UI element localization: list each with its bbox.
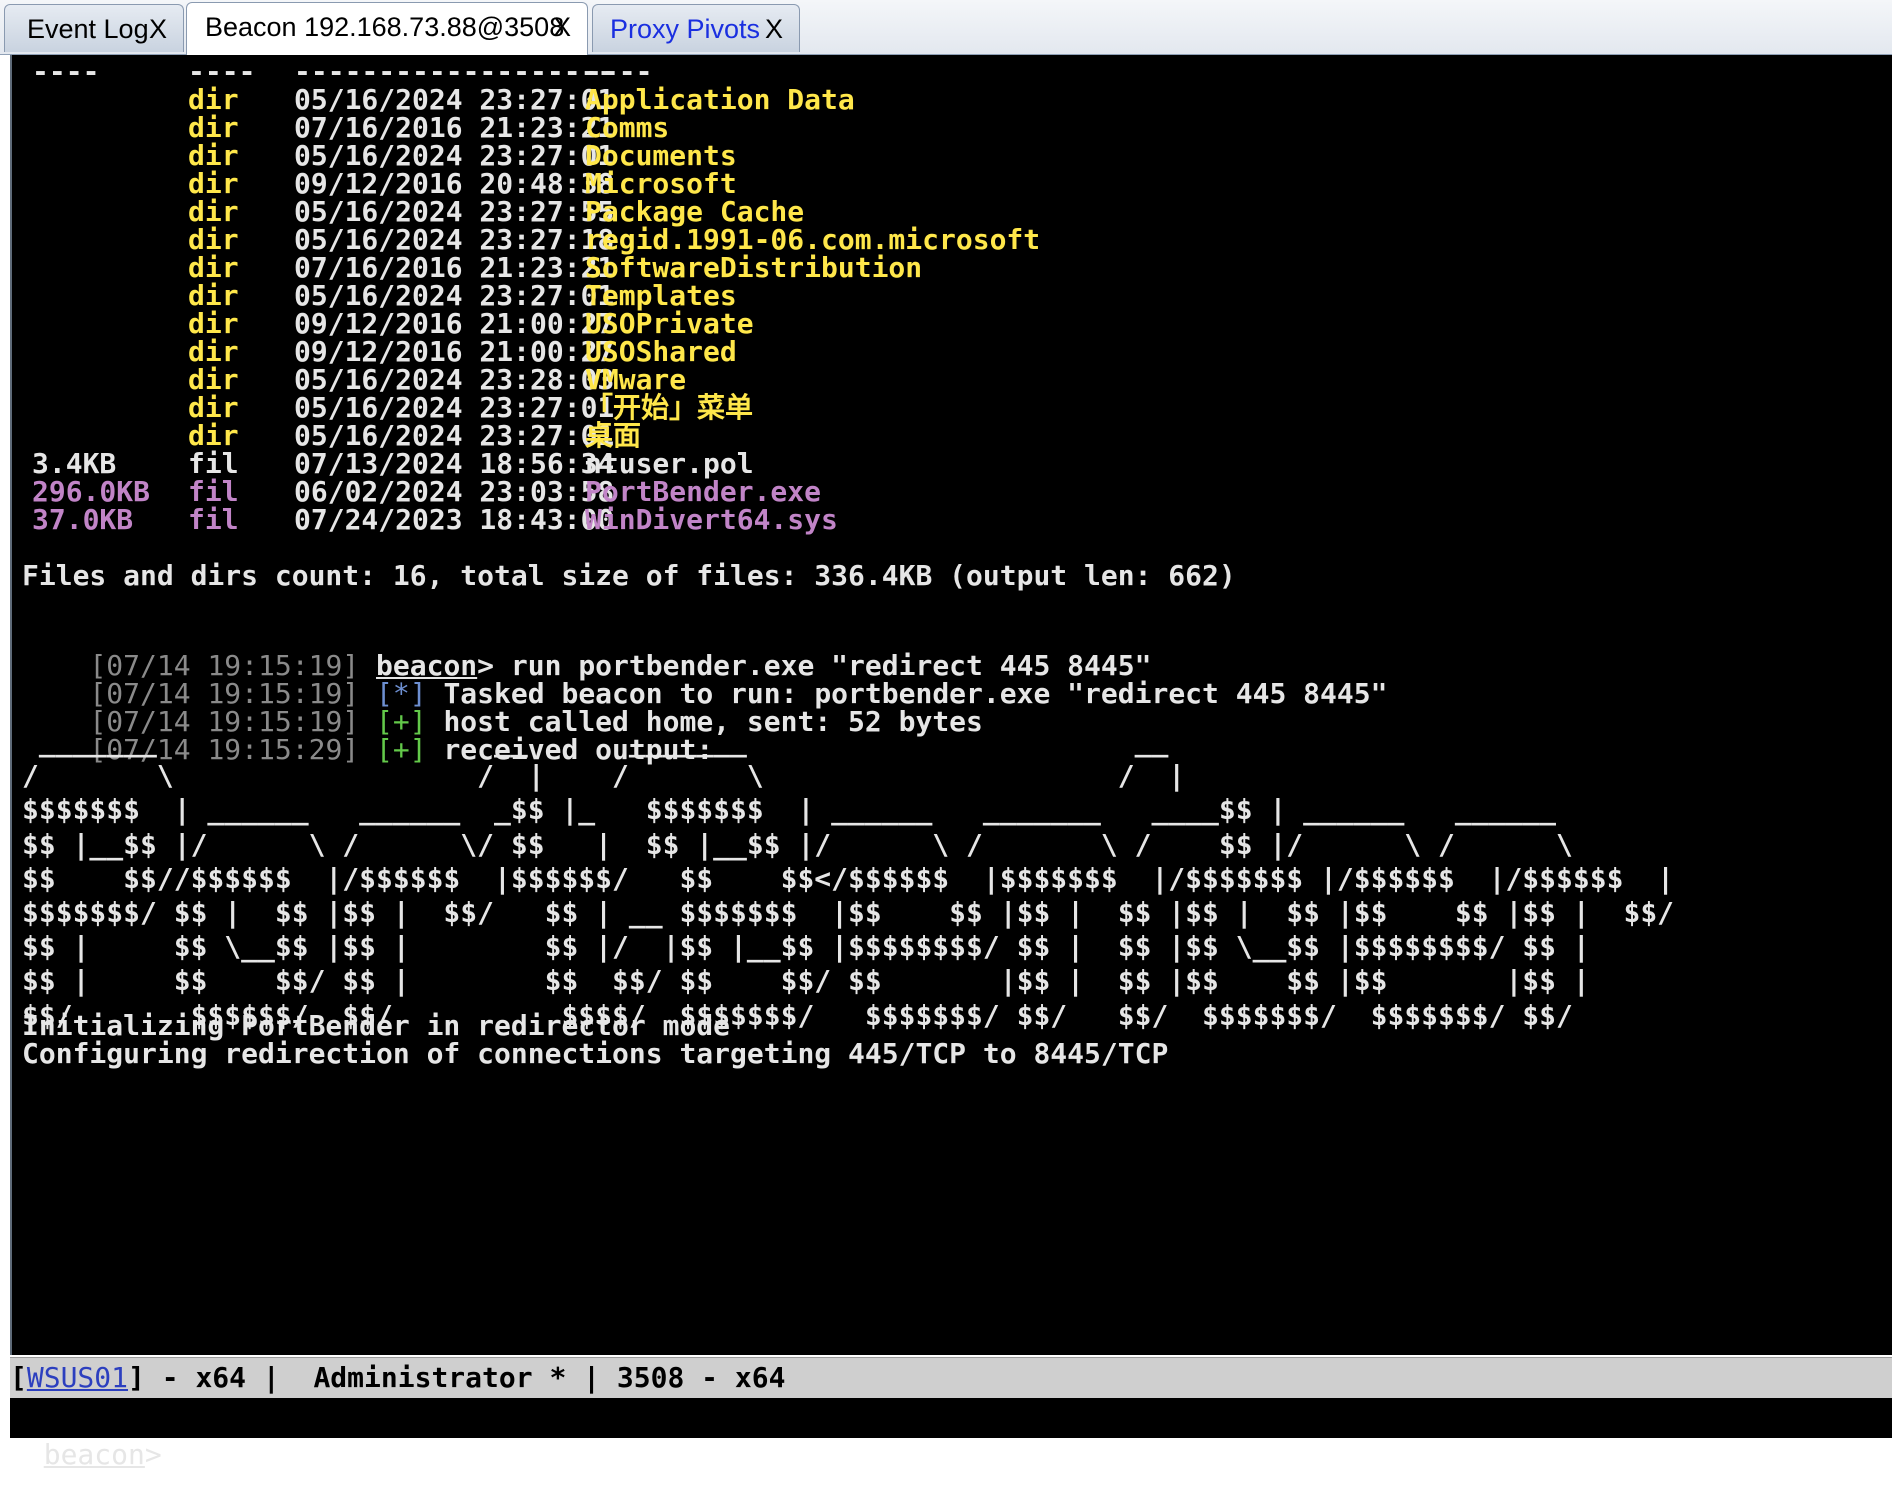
prompt-label: beacon	[43, 1438, 145, 1471]
ascii-art-line: _______ __ _______ __	[22, 725, 1169, 758]
ascii-art-line: / \ / | / \ / |	[22, 759, 1186, 793]
size-header: ----	[32, 55, 100, 88]
command-prompt: beacon>	[10, 1398, 1892, 1471]
status-bracket: [	[10, 1361, 27, 1394]
close-icon[interactable]: X	[553, 12, 571, 43]
ascii-art-line: $$ | $$ \__$$ |$$ | $$ |/ |$$ |__$$ |$$$…	[22, 930, 1590, 964]
name-cell: WinDivert64.sys	[585, 503, 838, 536]
tab-beacon[interactable]: Beacon 192.168.73.88@3508 X	[186, 2, 588, 55]
listing-header: ---- ---- ------------------- ----	[22, 55, 652, 89]
prompt-symbol: >	[144, 1438, 162, 1471]
tab-label: Proxy Pivots	[610, 14, 761, 44]
close-icon[interactable]: X	[765, 14, 783, 45]
tab-label: Beacon 192.168.73.88@3508	[205, 12, 565, 42]
tab-label: Event Log	[27, 14, 149, 44]
ascii-art-line: $$$$$$$ | ______ ______ _$$ |_ $$$$$$$ |…	[22, 793, 1557, 827]
modified-cell: 07/24/2023 18:43:00	[294, 503, 615, 536]
ascii-art-line: $$ | $$ $$/ $$ | $$ $$/ $$ $$/ $$ |$$ | …	[22, 964, 1590, 998]
session-status-bar: [WSUS01] - x64 | Administrator * | 3508 …	[10, 1357, 1892, 1398]
tab-bar: Event Log X Beacon 192.168.73.88@3508 X …	[0, 0, 1892, 55]
type-cell: fil	[188, 503, 239, 536]
listing-summary: Files and dirs count: 16, total size of …	[22, 559, 1236, 592]
output-line: Configuring redirection of connections t…	[22, 1037, 1169, 1070]
command-input[interactable]	[145, 1398, 1849, 1438]
size-cell: 37.0KB	[32, 503, 134, 536]
close-icon[interactable]: X	[149, 14, 167, 45]
tab-event-log[interactable]: Event Log X	[4, 4, 184, 52]
tab-proxy-pivots[interactable]: Proxy Pivots X	[592, 4, 800, 52]
ascii-art-line: $$$$$$$/ $$ | $$ |$$ | $$/ $$ | __ $$$$$…	[22, 896, 1675, 930]
status-text: ] - x64 | Administrator * | 3508 - x64	[128, 1361, 786, 1394]
ascii-art-line: $$ |__$$ |/ \ / \/ $$ | $$ |__$$ |/ \ / …	[22, 827, 1573, 861]
host-link[interactable]: WSUS01	[27, 1361, 128, 1394]
portbender-ascii-banner: _______ __ _______ __ / \ / | / \ / | $$$$…	[22, 725, 1674, 1033]
ascii-art-line: $$ $$//$$$$$$ |/$$$$$$ |$$$$$$/ $$ $$</$…	[22, 861, 1675, 895]
beacon-console[interactable]: ---- ---- ------------------- ---- dir 05…	[10, 55, 1892, 1355]
